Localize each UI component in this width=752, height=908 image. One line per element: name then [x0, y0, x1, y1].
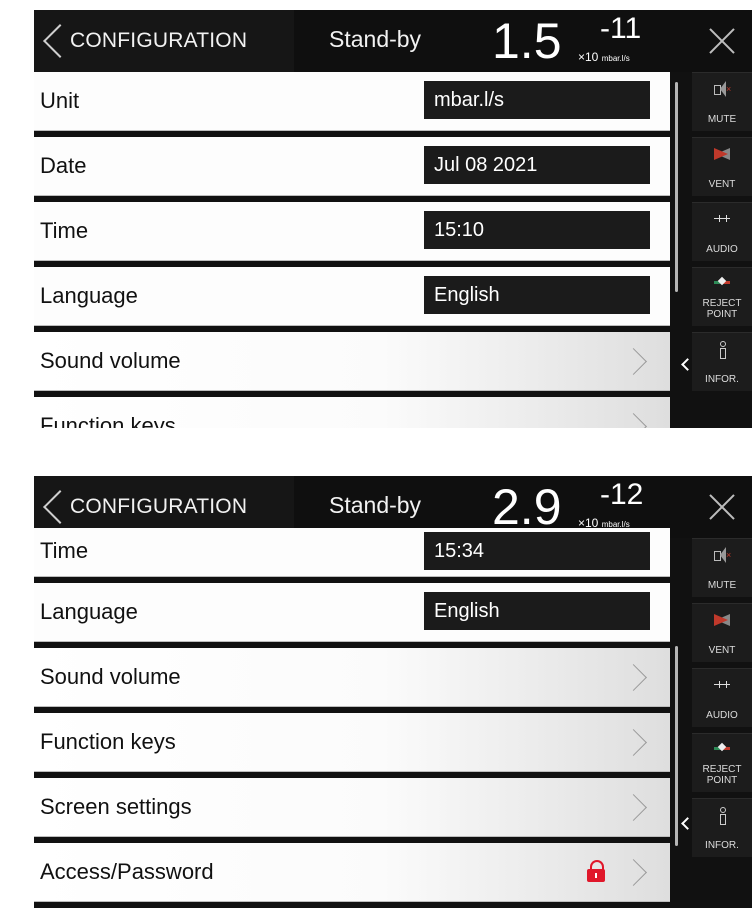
settings-list: Time 15:34 Language English Sound volume…	[34, 528, 670, 908]
date-value[interactable]: Jul 08 2021	[424, 146, 650, 184]
close-icon[interactable]	[692, 10, 752, 72]
button-label: INFOR.	[705, 840, 739, 851]
reading-mantissa: 1.5	[492, 13, 562, 69]
status-text: Stand-by	[329, 26, 422, 52]
button-label: MUTE	[707, 580, 737, 591]
language-value[interactable]: English	[424, 276, 650, 314]
reject-point-icon	[714, 742, 730, 754]
row-language[interactable]: Language English	[34, 583, 670, 642]
info-icon	[714, 807, 730, 825]
row-label: Function keys	[40, 729, 176, 754]
page-title: CONFIGURATION	[70, 495, 248, 518]
function-sidebar: × MUTE VENT AUDIO REJECT POINT INFOR.	[692, 72, 752, 397]
reject-point-icon	[714, 276, 730, 288]
row-label: Language	[40, 283, 138, 308]
unit-value[interactable]: mbar.l/s	[424, 81, 650, 119]
row-time[interactable]: Time 15:34	[34, 528, 670, 577]
reading-mantissa: 2.9	[492, 479, 562, 535]
row-label: Language	[40, 599, 138, 624]
info-icon	[714, 341, 730, 359]
button-label: AUDIO	[706, 244, 738, 255]
row-label: Time	[40, 538, 89, 563]
vent-button[interactable]: VENT	[692, 603, 752, 662]
button-label: VENT	[708, 645, 736, 656]
config-screen-1: CONFIGURATION Stand-by 1.5 -11 ×10 mbar.…	[34, 10, 752, 428]
mute-icon: ×	[714, 547, 731, 563]
info-button[interactable]: INFOR.	[692, 332, 752, 391]
chevron-right-icon	[624, 857, 650, 887]
row-function-keys[interactable]: Function keys	[34, 713, 670, 772]
row-label: Time	[40, 218, 89, 243]
vent-icon	[714, 146, 730, 162]
button-label: INFOR.	[705, 374, 739, 385]
top-bar: CONFIGURATION Stand-by 1.5 -11 ×10 mbar.…	[34, 10, 752, 72]
language-value[interactable]: English	[424, 592, 650, 630]
button-label: VENT	[708, 179, 736, 190]
chevron-right-icon	[624, 727, 650, 757]
reading-unit: ×10 mbar.l/s	[578, 50, 630, 64]
status-text: Stand-by	[329, 492, 422, 518]
row-label: Unit	[40, 88, 80, 113]
reading-exponent: -11	[600, 12, 642, 45]
chevron-right-icon	[624, 346, 650, 376]
audio-icon	[714, 215, 730, 222]
unit-prefix: ×10	[578, 50, 599, 64]
button-label: MUTE	[707, 114, 737, 125]
function-sidebar: × MUTE VENT AUDIO REJECT POINT INFOR.	[692, 538, 752, 863]
vent-icon	[714, 612, 730, 628]
row-label: Access/Password	[40, 859, 214, 884]
reading-exponent: -12	[600, 478, 644, 511]
chevron-right-icon	[624, 792, 650, 822]
mute-button[interactable]: × MUTE	[692, 538, 752, 597]
button-label: REJECT POINT	[702, 298, 742, 320]
reject-point-button[interactable]: REJECT POINT	[692, 733, 752, 792]
row-screen-settings[interactable]: Screen settings	[34, 778, 670, 837]
chevron-right-icon	[624, 662, 650, 692]
mute-button[interactable]: × MUTE	[692, 72, 752, 131]
audio-icon	[714, 681, 730, 688]
page-title: CONFIGURATION	[70, 29, 248, 52]
row-date[interactable]: Date Jul 08 2021	[34, 137, 670, 196]
row-label: Sound volume	[40, 348, 181, 373]
scrollbar[interactable]	[675, 82, 678, 292]
collapse-sidebar-icon[interactable]	[678, 812, 692, 836]
vent-button[interactable]: VENT	[692, 137, 752, 196]
leak-rate-reading: 1.5 -11 ×10 mbar.l/s	[492, 10, 692, 72]
row-label: Date	[40, 153, 87, 178]
row-time[interactable]: Time 15:10	[34, 202, 670, 261]
reject-point-button[interactable]: REJECT POINT	[692, 267, 752, 326]
info-button[interactable]: INFOR.	[692, 798, 752, 857]
audio-button[interactable]: AUDIO	[692, 202, 752, 261]
collapse-sidebar-icon[interactable]	[678, 353, 692, 377]
row-sound-volume[interactable]: Sound volume	[34, 332, 670, 391]
row-access-password[interactable]: Access/Password	[34, 843, 670, 902]
audio-button[interactable]: AUDIO	[692, 668, 752, 727]
row-unit[interactable]: Unit mbar.l/s	[34, 72, 670, 131]
row-label: Screen settings	[40, 794, 192, 819]
mute-icon: ×	[714, 81, 731, 97]
row-language[interactable]: Language English	[34, 267, 670, 326]
back-arrow-icon	[34, 10, 70, 72]
time-value[interactable]: 15:34	[424, 532, 650, 570]
button-label: REJECT POINT	[702, 764, 742, 786]
row-function-keys[interactable]: Function keys	[34, 397, 670, 428]
close-icon[interactable]	[692, 476, 752, 538]
chevron-right-icon	[624, 411, 650, 428]
time-value[interactable]: 15:10	[424, 211, 650, 249]
lock-icon	[587, 860, 605, 882]
unit-text: mbar.l/s	[601, 54, 630, 63]
row-label: Function keys	[40, 413, 176, 428]
row-sound-volume[interactable]: Sound volume	[34, 648, 670, 707]
settings-list: Unit mbar.l/s Date Jul 08 2021 Time 15:1…	[34, 72, 670, 428]
back-button[interactable]: CONFIGURATION	[34, 10, 294, 72]
config-screen-2: CONFIGURATION Stand-by 2.9 -12 ×10 mbar.…	[34, 476, 752, 908]
row-label: Sound volume	[40, 664, 181, 689]
button-label: AUDIO	[706, 710, 738, 721]
